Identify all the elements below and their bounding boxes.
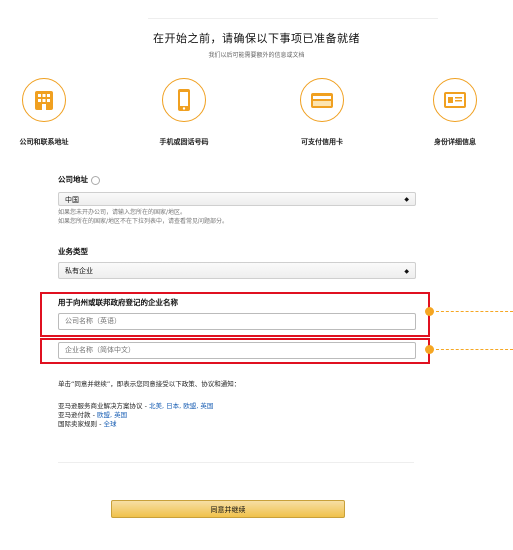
policy-text: 国际卖家规则 - — [58, 420, 104, 428]
step-label: 公司和联系地址 — [19, 138, 69, 146]
country-select-value: 中国 — [65, 196, 79, 204]
company-name-chinese-input[interactable] — [58, 342, 416, 359]
phone-icon — [162, 78, 206, 122]
id-card-icon — [433, 78, 477, 122]
annotation-dash-line — [436, 349, 513, 350]
policy-text: 亚马逊服务商业解决方案协议 - — [58, 402, 149, 410]
requirements-steps: 公司和联系地址 手机或固话号码 可支付信用卡 身份详细信息 — [0, 78, 513, 148]
top-divider — [148, 18, 438, 19]
hint-line-1: 如果您未开办公司，请输入您所在的国家/地区。 — [58, 209, 187, 216]
hint-line-2: 如果您所在的国家/地区不在下拉列表中，请查看常见问题部分。 — [58, 218, 229, 225]
step-label: 可支付信用卡 — [301, 138, 343, 146]
page-title: 在开始之前，请确保以下事项已准备就绪 — [153, 32, 360, 45]
select-arrow-icon: ◆ — [404, 196, 409, 203]
building-icon — [22, 78, 66, 122]
step-credit-card: 可支付信用卡 — [272, 78, 372, 147]
policy-link[interactable]: 北美, 日本, 欧盟, 英国 — [149, 402, 213, 410]
country-select[interactable]: 中国 ◆ — [58, 192, 416, 206]
company-name-english-input[interactable] — [58, 313, 416, 330]
business-type-value: 私有企业 — [65, 267, 93, 275]
policy-line: 亚马逊服务商业解决方案协议 - 北美, 日本, 欧盟, 英国 — [58, 402, 213, 411]
business-type-label: 业务类型 — [58, 247, 88, 256]
credit-card-icon — [300, 78, 344, 122]
business-type-select[interactable]: 私有企业 ◆ — [58, 262, 416, 279]
company-address-label: 公司地址 — [58, 174, 100, 185]
step-label: 身份详细信息 — [434, 138, 476, 146]
annotation-dash-line — [436, 311, 513, 312]
annotation-dot — [425, 307, 434, 316]
step-phone: 手机或固话号码 — [134, 78, 234, 147]
help-icon[interactable] — [91, 175, 100, 185]
company-address-label-text: 公司地址 — [58, 175, 88, 184]
policy-link[interactable]: 欧盟, 英国 — [97, 411, 127, 419]
annotation-dot — [425, 345, 434, 354]
step-label: 手机或固话号码 — [159, 138, 209, 146]
step-identity: 身份详细信息 — [405, 78, 505, 147]
policy-text: 亚马逊付款 - — [58, 411, 97, 419]
policy-link[interactable]: 全球 — [103, 420, 116, 428]
policy-list: 亚马逊服务商业解决方案协议 - 北美, 日本, 欧盟, 英国 亚马逊付款 - 欧… — [58, 402, 213, 429]
step-company-address: 公司和联系地址 — [0, 78, 94, 147]
country-hint: 如果您未开办公司，请输入您所在的国家/地区。 如果您所在的国家/地区不在下拉列表… — [58, 208, 228, 226]
page-subtitle: 我们以后可能需要额外的信息或文档 — [208, 52, 305, 59]
policy-line: 国际卖家规则 - 全球 — [58, 420, 213, 429]
agree-continue-button[interactable]: 同意并继续 — [111, 500, 345, 518]
policy-line: 亚马逊付款 - 欧盟, 英国 — [58, 411, 213, 420]
agreement-intro: 单击“同意并继续”，即表示您同意接受以下政策、协议和通知： — [58, 380, 241, 388]
select-arrow-icon: ◆ — [404, 268, 409, 275]
page-header: 在开始之前，请确保以下事项已准备就绪 我们以后可能需要额外的信息或文档 — [0, 30, 513, 59]
company-name-label: 用于向州或联邦政府登记的企业名称 — [58, 298, 178, 307]
bottom-divider — [58, 462, 414, 463]
